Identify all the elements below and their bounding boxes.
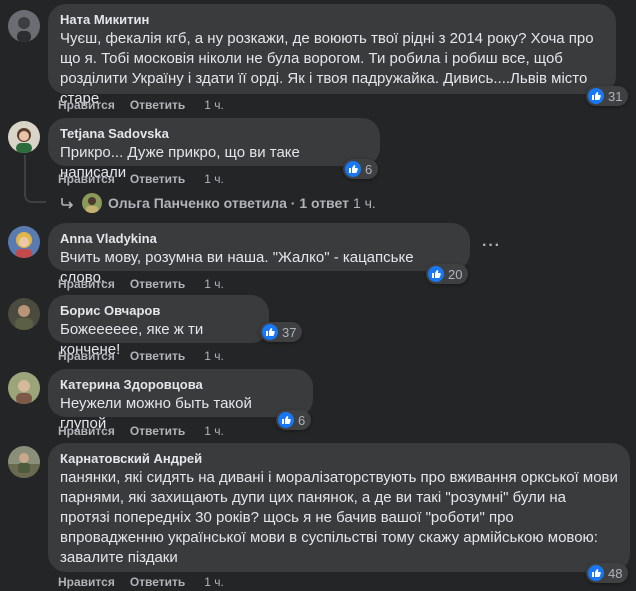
comment-author[interactable]: Карнатовский Андрей <box>60 451 618 467</box>
reply-button[interactable]: Ответить <box>130 98 185 112</box>
comment-bubble: Борис Овчаров Божееееее, яке ж ти кончен… <box>48 295 269 358</box>
comment-time[interactable]: 1 ч. <box>204 349 224 363</box>
avatar[interactable] <box>8 298 40 330</box>
reaction-number: 37 <box>282 324 297 340</box>
reply-button[interactable]: Ответить <box>130 349 185 363</box>
reaction-count[interactable]: 31 <box>586 86 629 106</box>
like-button[interactable]: Нравится <box>58 277 115 291</box>
comment-bubble: Карнатовский Андрей панянки, які сидять … <box>48 443 630 572</box>
like-button[interactable]: Нравится <box>58 575 115 589</box>
reaction-number: 48 <box>608 565 623 581</box>
comment-bubble: Ната Микитин Чуєш, фекалія кгб, а ну роз… <box>48 4 616 107</box>
comment-bubble: Катерина Здоровцова Неужели можно быть т… <box>48 369 313 432</box>
comment-author[interactable]: Ната Микитин <box>60 12 604 28</box>
like-button[interactable]: Нравится <box>58 172 115 186</box>
reaction-count[interactable]: 37 <box>260 322 303 342</box>
reply-button[interactable]: Ответить <box>130 575 185 589</box>
thumbs-up-icon <box>588 565 604 581</box>
comment-bubble: Tetjana Sadovska Прикро... Дуже прикро, … <box>48 118 380 181</box>
comment-author[interactable]: Борис Овчаров <box>60 303 257 319</box>
comment-actions: Нравится Ответить 1 ч. <box>58 574 239 590</box>
reaction-number: 20 <box>448 266 463 282</box>
replies-time: 1 ч. <box>352 195 376 211</box>
reaction-number: 31 <box>608 88 623 104</box>
reaction-number: 6 <box>298 412 306 428</box>
reply-arrow-icon <box>61 198 74 209</box>
reply-button[interactable]: Ответить <box>130 172 185 186</box>
reply-button[interactable]: Ответить <box>130 424 185 438</box>
avatar[interactable] <box>8 226 40 258</box>
like-button[interactable]: Нравится <box>58 349 115 363</box>
reply-button[interactable]: Ответить <box>130 277 185 291</box>
reaction-count[interactable]: 20 <box>426 264 469 284</box>
like-button[interactable]: Нравится <box>58 424 115 438</box>
thumbs-up-icon <box>345 161 361 177</box>
reaction-count[interactable]: 6 <box>343 159 379 179</box>
like-button[interactable]: Нравится <box>58 98 115 112</box>
avatar[interactable] <box>8 10 40 42</box>
comment-actions: Нравится Ответить 1 ч. <box>58 348 239 364</box>
comment-time[interactable]: 1 ч. <box>204 424 224 438</box>
comment-actions: Нравится Ответить 1 ч. <box>58 97 239 113</box>
avatar[interactable] <box>8 446 40 478</box>
comment-author[interactable]: Anna Vladykina <box>60 231 458 247</box>
thumbs-up-icon <box>262 324 278 340</box>
comment-time[interactable]: 1 ч. <box>204 575 224 589</box>
comment-time[interactable]: 1 ч. <box>204 277 224 291</box>
thread-connector <box>24 193 46 203</box>
comment-time[interactable]: 1 ч. <box>204 172 224 186</box>
comment-author[interactable]: Катерина Здоровцова <box>60 377 301 393</box>
reaction-count[interactable]: 6 <box>276 410 312 430</box>
comment-text: панянки, які сидять на дивані і мораліза… <box>60 469 618 566</box>
more-options-icon[interactable]: ··· <box>482 237 501 255</box>
avatar[interactable] <box>8 372 40 404</box>
thumbs-up-icon <box>428 266 444 282</box>
view-replies-link[interactable]: Ольга Панченко ответила · 1 ответ 1 ч. <box>60 193 376 213</box>
comment-time[interactable]: 1 ч. <box>204 98 224 112</box>
comment-actions: Нравится Ответить 1 ч. <box>58 423 239 439</box>
comment-actions: Нравится Ответить 1 ч. <box>58 171 239 187</box>
comment-bubble: Anna Vladykina Вчить мову, розумна ви на… <box>48 223 470 286</box>
reaction-count[interactable]: 48 <box>586 563 629 583</box>
reaction-number: 6 <box>365 161 373 177</box>
comment-actions: Нравится Ответить 1 ч. <box>58 276 239 292</box>
avatar[interactable] <box>8 121 40 153</box>
thread-line <box>24 155 26 195</box>
replies-text[interactable]: Ольга Панченко ответила · 1 ответ <box>108 195 349 211</box>
thumbs-up-icon <box>588 88 604 104</box>
comment-author[interactable]: Tetjana Sadovska <box>60 126 368 142</box>
thumbs-up-icon <box>278 412 294 428</box>
reply-avatar <box>82 193 102 213</box>
